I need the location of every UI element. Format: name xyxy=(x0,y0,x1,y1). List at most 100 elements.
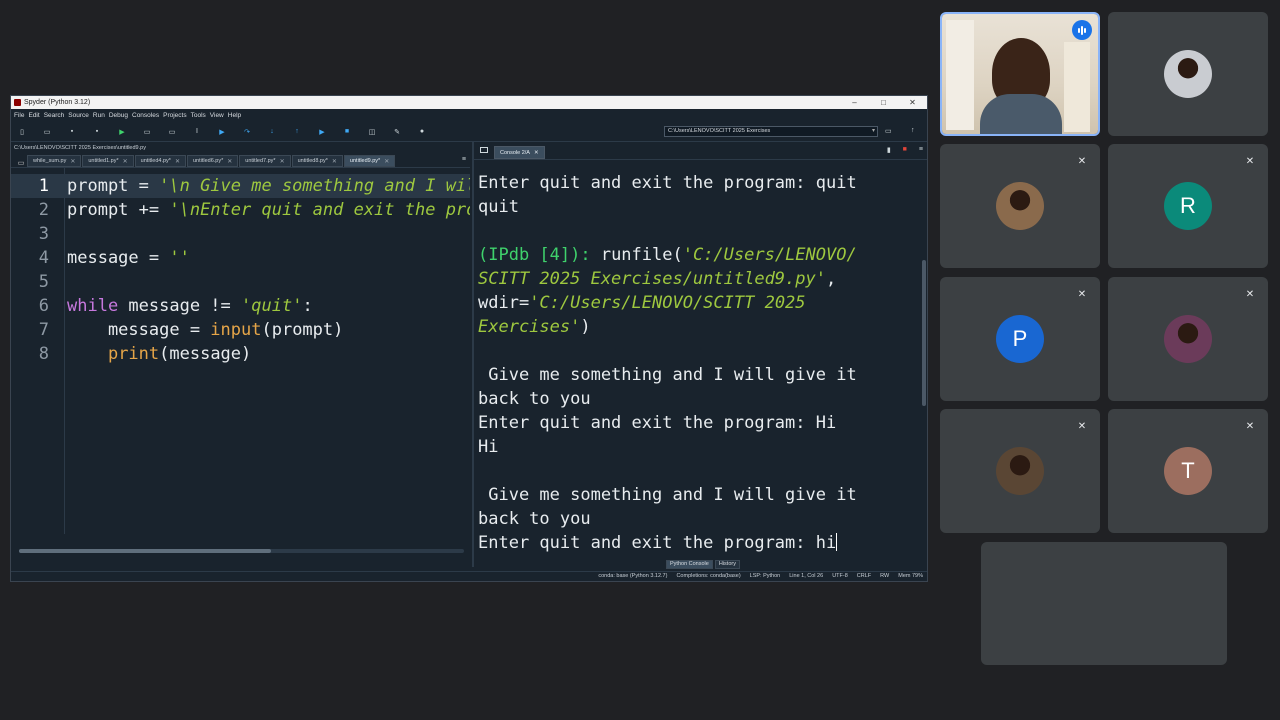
save-all-icon[interactable]: ▪ xyxy=(92,127,102,137)
editor-tab-label: untitled7.py* xyxy=(245,158,276,164)
editor-options-icon[interactable]: ≡ xyxy=(462,156,466,163)
line-number: 6 xyxy=(38,296,49,316)
status-item: conda: base (Python 3.12.7) xyxy=(598,573,668,579)
participant-tile[interactable]: ✕ xyxy=(940,144,1100,268)
tab-console[interactable]: Console 2/A ✕ xyxy=(494,146,545,159)
code-line[interactable]: 6 while message != 'quit': xyxy=(11,294,470,318)
tab-history[interactable]: History xyxy=(714,560,740,569)
code-line[interactable]: 2 prompt += '\nEnter quit and exit the pr… xyxy=(11,198,470,222)
browse-folder-icon[interactable]: ▭ xyxy=(885,127,892,135)
console-browse-icon[interactable] xyxy=(480,147,488,153)
window-title: Spyder (Python 3.12) xyxy=(24,99,91,106)
code-line[interactable]: 4 message = '' xyxy=(11,246,470,270)
run-selection-icon[interactable]: I xyxy=(192,127,202,137)
mic-off-icon: ✕ xyxy=(1077,421,1087,432)
working-directory-combo[interactable]: C:\Users\LENOVO\SCITT 2025 Exercises ▾ xyxy=(664,126,878,137)
editor-tab[interactable]: untitled9.py* ✕ xyxy=(343,155,396,167)
editor-tab[interactable]: while_sum.py ✕ xyxy=(27,155,82,167)
editor-tab[interactable]: untitled1.py* ✕ xyxy=(82,155,134,167)
status-item: LSP: Python xyxy=(749,573,781,579)
editor-tab[interactable]: untitled6.py* ✕ xyxy=(186,155,239,167)
editor-tab[interactable]: untitled4.py* ✕ xyxy=(134,155,186,167)
code-line[interactable]: 7 message = input(prompt) xyxy=(11,318,470,342)
speaking-indicator-icon xyxy=(1072,20,1092,40)
code-line[interactable]: 5 xyxy=(11,270,470,294)
close-tab-icon[interactable]: ✕ xyxy=(123,158,128,165)
menu-item-search[interactable]: Search xyxy=(44,112,65,119)
run-icon[interactable]: ▶ xyxy=(117,127,127,137)
editor-tab[interactable]: untitled7.py* ✕ xyxy=(239,155,291,167)
menu-item-consoles[interactable]: Consoles xyxy=(132,112,159,119)
debug-step-into-icon[interactable]: ↓ xyxy=(267,127,277,137)
open-file-icon[interactable]: ▭ xyxy=(42,127,52,137)
close-tab-icon[interactable]: ✕ xyxy=(175,158,180,165)
run-cell-icon[interactable]: ▭ xyxy=(142,127,152,137)
close-tab-icon[interactable]: ✕ xyxy=(384,158,389,165)
new-file-icon[interactable]: ▯ xyxy=(17,127,27,137)
debug-continue-icon[interactable]: ▶ xyxy=(317,127,327,137)
status-item: RW xyxy=(880,573,890,579)
participant-tile[interactable]: ✕ xyxy=(940,409,1100,533)
python-path-icon[interactable]: ● xyxy=(417,127,427,137)
code-text: message = '' xyxy=(67,248,190,268)
menu-item-run[interactable]: Run xyxy=(93,112,105,119)
menu-item-source[interactable]: Source xyxy=(68,112,89,119)
participant-tile[interactable]: ✕ R xyxy=(1108,144,1268,268)
close-tab-icon[interactable]: ✕ xyxy=(227,158,232,165)
menu-item-projects[interactable]: Projects xyxy=(163,112,186,119)
code-line[interactable]: 1 prompt = '\n Give me something and I wi… xyxy=(11,174,470,198)
code-line[interactable]: 8 print(message) xyxy=(11,342,470,366)
clear-console-icon[interactable]: ▮ xyxy=(887,146,891,154)
editor-tab[interactable]: untitled8.py* ✕ xyxy=(291,155,343,167)
close-button[interactable]: ✕ xyxy=(898,98,927,107)
bookshelf xyxy=(946,20,974,130)
console-tab-label: Console 2/A xyxy=(500,149,530,156)
participant-tile[interactable]: ✕ T xyxy=(1108,409,1268,533)
console-vertical-scrollbar[interactable] xyxy=(922,260,926,406)
close-tab-icon[interactable]: ✕ xyxy=(70,158,75,165)
participant-tile[interactable]: ✕ xyxy=(1108,277,1268,401)
debug-stop-icon[interactable]: ■ xyxy=(342,127,352,137)
chevron-down-icon[interactable]: ▾ xyxy=(872,127,875,136)
interrupt-kernel-icon[interactable]: ■ xyxy=(903,146,907,154)
screen: Spyder (Python 3.12) – □ ✕ File Edit Searc… xyxy=(0,0,1280,720)
scrollbar-thumb[interactable] xyxy=(19,549,271,553)
console-line: Exercises') xyxy=(478,317,591,337)
menu-item-file[interactable]: File xyxy=(14,112,24,119)
status-item: Mem 79% xyxy=(898,573,923,579)
line-number: 4 xyxy=(38,248,49,268)
debug-step-icon[interactable]: ↷ xyxy=(242,127,252,137)
close-tab-icon[interactable]: ✕ xyxy=(534,150,539,156)
debug-file-icon[interactable]: ▶ xyxy=(217,127,227,137)
console-output[interactable]: Enter quit and exit the program: quit qui… xyxy=(478,171,908,555)
title-bar: Spyder (Python 3.12) – □ ✕ xyxy=(11,96,927,109)
menu-item-tools[interactable]: Tools xyxy=(191,112,206,119)
code-line[interactable]: 3 xyxy=(11,222,470,246)
browse-tabs-icon[interactable]: ▭ xyxy=(15,159,27,167)
participant-tile[interactable] xyxy=(1108,12,1268,136)
participant-tile[interactable]: ✕ P xyxy=(940,277,1100,401)
run-cell-advance-icon[interactable]: ▭ xyxy=(167,127,177,137)
line-number: 7 xyxy=(38,320,49,340)
options-menu-icon[interactable]: ≡ xyxy=(919,146,923,154)
parent-directory-icon[interactable]: ↑ xyxy=(911,127,915,134)
maximize-pane-icon[interactable]: ◫ xyxy=(367,127,377,137)
preferences-wrench-icon[interactable]: ✎ xyxy=(392,127,402,137)
tab-python-console[interactable]: Python Console xyxy=(666,560,713,569)
participant-tile[interactable] xyxy=(940,12,1100,136)
debug-step-return-icon[interactable]: ↑ xyxy=(292,127,302,137)
close-tab-icon[interactable]: ✕ xyxy=(332,158,337,165)
code-editor[interactable]: 1 prompt = '\n Give me something and I wi… xyxy=(11,168,470,534)
maximize-button[interactable]: □ xyxy=(869,98,898,107)
save-icon[interactable]: ▪ xyxy=(67,127,77,137)
editor-tab-label: untitled4.py* xyxy=(140,158,171,164)
menu-item-view[interactable]: View xyxy=(210,112,224,119)
code-text: print(message) xyxy=(107,344,252,364)
minimize-button[interactable]: – xyxy=(840,98,869,107)
menu-item-debug[interactable]: Debug xyxy=(109,112,128,119)
menu-item-edit[interactable]: Edit xyxy=(28,112,39,119)
horizontal-scrollbar[interactable] xyxy=(19,549,464,553)
close-tab-icon[interactable]: ✕ xyxy=(280,158,285,165)
menu-item-help[interactable]: Help xyxy=(228,112,241,119)
